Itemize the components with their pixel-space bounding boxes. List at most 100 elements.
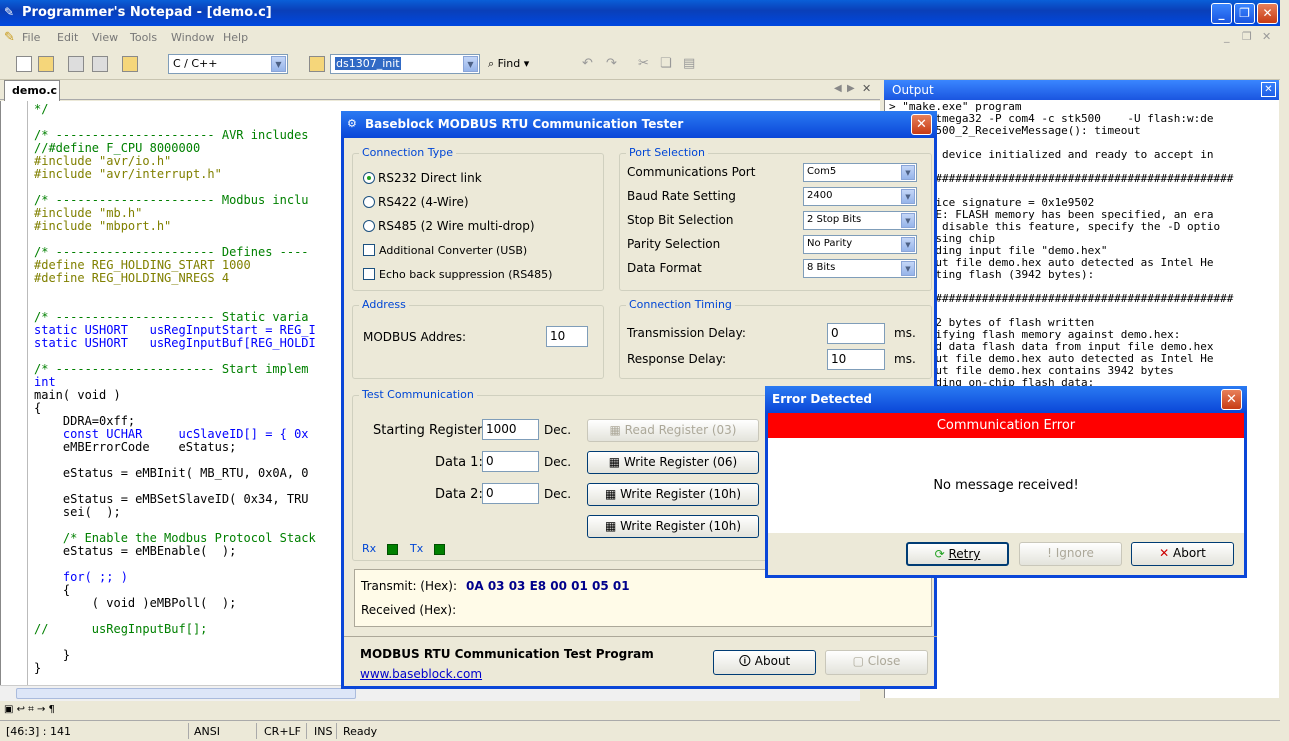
code-line: */ <box>34 102 49 116</box>
view-options-icon[interactable]: ▣ ↩ ⌗ → ¶ <box>4 704 55 715</box>
document-icon: ✎ <box>4 30 15 45</box>
footer-title: MODBUS RTU Communication Test Program <box>360 647 654 661</box>
find-button[interactable]: ⌕ Find ▾ <box>488 57 529 71</box>
menu-file[interactable]: File <box>22 31 40 44</box>
ignore-button[interactable]: ! Ignore <box>1019 542 1122 566</box>
undo-icon[interactable]: ↶ <box>582 56 593 71</box>
main-title-bar[interactable]: ✎ Programmer's Notepad - [demo.c] _ ❐ ✕ <box>0 0 1280 26</box>
close-button[interactable]: ▢ Close <box>825 650 928 675</box>
abort-button[interactable]: ✕ Abort <box>1131 542 1234 566</box>
scheme-select[interactable]: C / C++ ▼ <box>168 54 288 74</box>
comm-port-select[interactable]: Com5 ▼ <box>803 163 917 182</box>
refresh-icon: ⟳ <box>934 547 945 561</box>
redo-icon[interactable]: ↷ <box>606 56 617 71</box>
radio-rs422[interactable]: RS422 (4-Wire) <box>363 195 469 209</box>
checkbox-echo[interactable]: Echo back suppression (RS485) <box>363 268 552 281</box>
save-all-icon[interactable] <box>92 56 108 72</box>
cursor-position: [46:3] : 141 <box>6 725 71 738</box>
error-dialog-title: Error Detected <box>772 392 872 406</box>
radio-rs232[interactable]: RS232 Direct link <box>363 171 482 185</box>
output-pane-title: Output ✕ <box>884 80 1279 100</box>
status-text: Ready <box>343 725 378 738</box>
tab-prev-icon[interactable]: ◀ <box>834 83 842 94</box>
tx-led <box>434 544 445 555</box>
code-line: ( void )eMBPoll( ); <box>34 596 237 610</box>
checkbox-converter[interactable]: Additional Converter (USB) <box>363 244 527 257</box>
status-bar: [46:3] : 141 ANSI CR+LF INS Ready <box>0 720 1280 741</box>
output-line: ng | ###################################… <box>889 172 1234 185</box>
folder-icon[interactable] <box>309 56 325 72</box>
save-icon[interactable] <box>68 56 84 72</box>
minimize-button[interactable]: _ <box>1211 3 1232 24</box>
menu-edit[interactable]: Edit <box>57 31 78 44</box>
close-window-button[interactable]: ✕ <box>1257 3 1278 24</box>
menu-view[interactable]: View <box>92 31 118 44</box>
write-register-10h-button-2[interactable]: ▦ Write Register (10h) <box>587 515 759 538</box>
code-line: static USHORT usRegInputBuf[REG_HOLDI <box>34 336 316 350</box>
retry-button[interactable]: ⟳ Retry <box>906 542 1009 566</box>
bottom-toolbar: ▣ ↩ ⌗ → ¶ <box>0 701 880 720</box>
close-dialog-button[interactable]: ✕ <box>911 114 932 135</box>
error-dialog-title-bar[interactable]: Error Detected ✕ <box>765 386 1247 413</box>
read-register-button[interactable]: ▦ Read Register (03) <box>587 419 759 442</box>
write-register-10h-button-1[interactable]: ▦ Write Register (10h) <box>587 483 759 506</box>
open-file-icon[interactable] <box>38 56 54 72</box>
code-line: } <box>34 661 42 675</box>
modbus-dialog-title-bar[interactable]: ⚙ Baseblock MODBUS RTU Communication Tes… <box>341 111 937 138</box>
menu-tools[interactable]: Tools <box>130 31 157 44</box>
data2-input[interactable]: 0 <box>482 483 539 504</box>
data1-input[interactable]: 0 <box>482 451 539 472</box>
copy-icon[interactable]: ❏ <box>660 56 672 71</box>
code-line: sei( ); <box>34 505 121 519</box>
close-icon[interactable]: ✕ <box>1261 82 1276 97</box>
maximize-button[interactable]: ❐ <box>1234 3 1255 24</box>
new-file-icon[interactable] <box>16 56 32 72</box>
encoding: ANSI <box>194 725 220 738</box>
error-banner: Communication Error <box>768 413 1244 438</box>
chevron-down-icon: ▼ <box>901 213 915 228</box>
parity-select[interactable]: No Parity ▼ <box>803 235 917 254</box>
stop-bit-select[interactable]: 2 Stop Bits ▼ <box>803 211 917 230</box>
website-link[interactable]: www.baseblock.com <box>360 667 482 681</box>
code-line: #define REG_HOLDING_NREGS 4 <box>34 271 230 285</box>
project-icon[interactable] <box>122 56 138 72</box>
starting-register-input[interactable]: 1000 <box>482 419 539 440</box>
line-endings: CR+LF <box>264 725 301 738</box>
insert-mode: INS <box>314 725 333 738</box>
code-line: // usRegInputBuf[]; <box>34 622 208 636</box>
modbus-address-input[interactable]: 10 <box>546 326 588 347</box>
search-combo[interactable]: ds1307_init ▼ <box>330 54 480 74</box>
chevron-down-icon: ▼ <box>901 189 915 204</box>
tab-next-icon[interactable]: ▶ <box>847 83 855 94</box>
tab-bar: ◀ ▶ ✕ <box>0 80 880 100</box>
menu-bar: ✎ File Edit View Tools Window Help _ ❐ ✕ <box>0 26 1280 48</box>
close-error-button[interactable]: ✕ <box>1221 389 1242 410</box>
mdi-minimize-icon[interactable]: _ <box>1224 30 1230 43</box>
menu-help[interactable]: Help <box>223 31 248 44</box>
error-dialog: Error Detected ✕ Communication Error No … <box>765 386 1247 578</box>
response-delay-input[interactable]: 10 <box>827 349 885 370</box>
baud-rate-select[interactable]: 2400 ▼ <box>803 187 917 206</box>
tab-close-icon[interactable]: ✕ <box>862 82 871 95</box>
paste-icon[interactable]: ▤ <box>683 56 695 71</box>
chevron-down-icon: ▼ <box>901 165 915 180</box>
code-line: eStatus = eMBEnable( ); <box>34 544 237 558</box>
output-line: de: AVR device initialized and ready to … <box>889 148 1214 161</box>
data-format-select[interactable]: 8 Bits ▼ <box>803 259 917 278</box>
cut-icon[interactable]: ✂ <box>638 56 649 71</box>
scroll-thumb[interactable] <box>16 688 356 699</box>
tx-delay-input[interactable]: 0 <box>827 323 885 344</box>
x-icon: ✕ <box>1159 546 1170 560</box>
write-register-06-button[interactable]: ▦ Write Register (06) <box>587 451 759 474</box>
window-title: Programmer's Notepad - [demo.c] <box>22 5 272 20</box>
mdi-restore-icon[interactable]: ❐ <box>1242 30 1252 43</box>
chevron-down-icon: ▼ <box>271 56 286 72</box>
menu-window[interactable]: Window <box>171 31 214 44</box>
code-line: main( void ) <box>34 388 121 402</box>
chevron-down-icon: ▼ <box>901 261 915 276</box>
radio-rs485[interactable]: RS485 (2 Wire multi-drop) <box>363 219 535 233</box>
about-button[interactable]: 🛈 About <box>713 650 816 675</box>
mdi-close-icon[interactable]: ✕ <box>1262 30 1271 43</box>
output-line: ng | ###################################… <box>889 292 1234 305</box>
tab-demo-c[interactable]: demo.c <box>4 80 60 101</box>
